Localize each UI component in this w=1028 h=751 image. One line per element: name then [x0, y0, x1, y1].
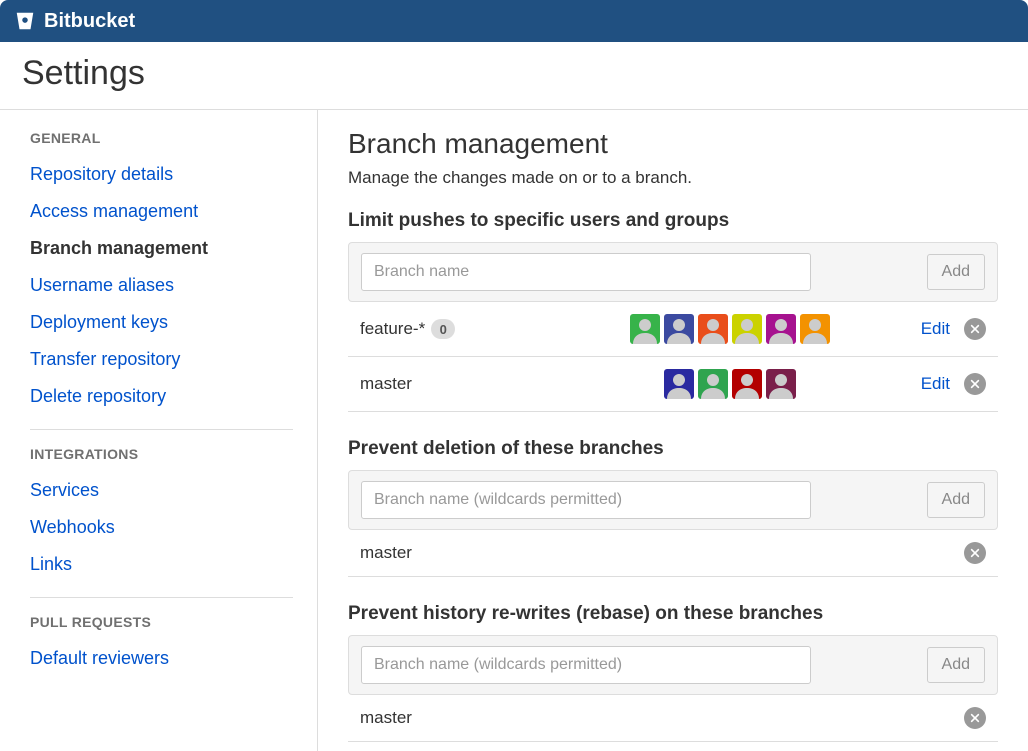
topbar: Bitbucket	[0, 0, 1028, 42]
sidebar-item-repository-details[interactable]: Repository details	[30, 156, 293, 193]
sidebar-item-branch-management[interactable]: Branch management	[30, 230, 293, 267]
remove-branch-button[interactable]	[964, 373, 986, 395]
limit-pushes-input-row: Add	[348, 242, 998, 302]
sidebar-item-transfer-repository[interactable]: Transfer repository	[30, 341, 293, 378]
limit-pushes-row: feature-* 0 Edit	[348, 302, 998, 357]
avatar	[732, 314, 762, 344]
prevent-rewrite-row: master	[348, 695, 998, 742]
avatar	[698, 314, 728, 344]
prevent-rewrite-input-row: Add	[348, 635, 998, 695]
section-title-prevent-deletion: Prevent deletion of these branches	[348, 438, 998, 460]
prevent-deletion-add-button[interactable]: Add	[927, 482, 985, 518]
avatar	[766, 314, 796, 344]
row-actions: Edit	[921, 373, 986, 395]
avatar	[766, 369, 796, 399]
page-title: Settings	[22, 54, 1006, 93]
avatar	[664, 369, 694, 399]
prevent-deletion-row: master	[348, 530, 998, 577]
prevent-deletion-rows: master	[348, 530, 998, 577]
sidebar-item-delete-repository[interactable]: Delete repository	[30, 378, 293, 415]
sidebar-item-deployment-keys[interactable]: Deployment keys	[30, 304, 293, 341]
remove-branch-button[interactable]	[964, 542, 986, 564]
sidebar-item-default-reviewers[interactable]: Default reviewers	[30, 640, 293, 677]
section-title-limit-pushes: Limit pushes to specific users and group…	[348, 210, 998, 232]
sidebar-item-webhooks[interactable]: Webhooks	[30, 509, 293, 546]
limit-pushes-row: master Edit	[348, 357, 998, 412]
limit-pushes-branch-input[interactable]	[361, 253, 811, 291]
brand-text: Bitbucket	[44, 10, 135, 33]
prevent-deletion-branch-input[interactable]	[361, 481, 811, 519]
prevent-rewrite-rows: master	[348, 695, 998, 742]
main-heading: Branch management	[348, 128, 998, 160]
branch-name: feature-*	[360, 319, 425, 339]
brand[interactable]: Bitbucket	[14, 10, 135, 33]
branch-name: master	[360, 374, 412, 394]
avatar	[664, 314, 694, 344]
avatar	[698, 369, 728, 399]
avatar-list	[550, 314, 911, 344]
avatar	[732, 369, 762, 399]
remove-branch-button[interactable]	[964, 318, 986, 340]
prevent-rewrite-branch-input[interactable]	[361, 646, 811, 684]
sidebar-group-title: INTEGRATIONS	[30, 446, 293, 462]
branch-name: master	[360, 543, 412, 563]
section-title-prevent-rewrite: Prevent history re-writes (rebase) on th…	[348, 603, 998, 625]
limit-pushes-rows: feature-* 0 Edit master Edit	[348, 302, 998, 412]
prevent-deletion-input-row: Add	[348, 470, 998, 530]
row-actions: Edit	[921, 318, 986, 340]
edit-button[interactable]: Edit	[921, 374, 950, 394]
avatar	[630, 314, 660, 344]
main-content: Branch management Manage the changes mad…	[318, 110, 1028, 751]
branch-name: master	[360, 708, 412, 728]
avatar	[800, 314, 830, 344]
branch-badge: 0	[431, 319, 455, 339]
sidebar-item-access-management[interactable]: Access management	[30, 193, 293, 230]
sidebar-separator	[30, 429, 293, 430]
sidebar-item-username-aliases[interactable]: Username aliases	[30, 267, 293, 304]
limit-pushes-add-button[interactable]: Add	[927, 254, 985, 290]
avatar-list	[550, 369, 911, 399]
bitbucket-logo-icon	[14, 10, 36, 32]
settings-sidebar: GENERAL Repository detailsAccess manageme…	[0, 110, 318, 751]
prevent-rewrite-add-button[interactable]: Add	[927, 647, 985, 683]
sidebar-item-services[interactable]: Services	[30, 472, 293, 509]
sidebar-group-title: PULL REQUESTS	[30, 614, 293, 630]
page-title-bar: Settings	[0, 42, 1028, 110]
sidebar-group-title: GENERAL	[30, 130, 293, 146]
remove-branch-button[interactable]	[964, 707, 986, 729]
main-subtitle: Manage the changes made on or to a branc…	[348, 168, 998, 188]
edit-button[interactable]: Edit	[921, 319, 950, 339]
sidebar-item-links[interactable]: Links	[30, 546, 293, 583]
sidebar-separator	[30, 597, 293, 598]
